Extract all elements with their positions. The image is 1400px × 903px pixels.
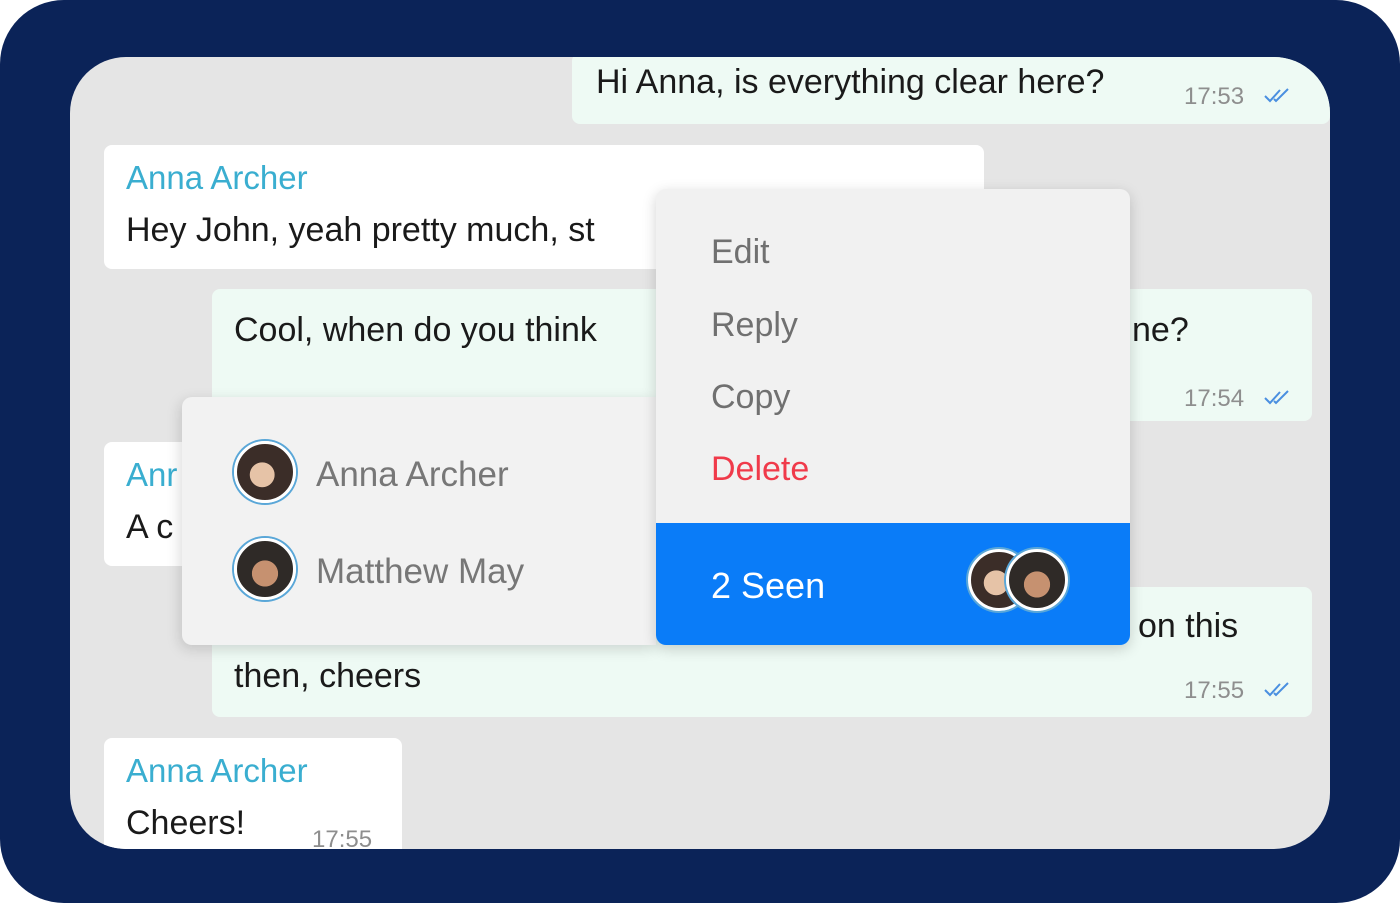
double-check-icon [1264, 87, 1294, 103]
message-text: Hey John, yeah pretty much, st [126, 211, 595, 249]
message-context-menu: Edit Reply Copy Delete 2 Seen [656, 189, 1130, 645]
double-check-icon [1264, 389, 1294, 405]
sender-name: Anna Archer [126, 159, 308, 196]
message-time: 17:55 [1184, 677, 1245, 704]
anna-avatar [234, 441, 296, 503]
message-text: Hi Anna, is everything clear here? [596, 63, 1105, 101]
message-text: Cheers! [126, 804, 246, 842]
message-text: ne? [1132, 311, 1189, 349]
message-incoming[interactable]: Anna Archer Cheers! 17:55 [104, 738, 402, 849]
sender-name: Anr [126, 456, 178, 493]
seen-status-button[interactable]: 2 Seen [656, 523, 1130, 645]
menu-item-delete[interactable]: Delete [711, 450, 809, 489]
message-time: 17:53 [1184, 83, 1245, 110]
message-text: A c [126, 508, 174, 546]
seen-by-popup: Anna Archer Matthew May [182, 397, 656, 645]
sender-name: Anna Archer [126, 752, 308, 789]
seen-avatars [968, 549, 1078, 619]
menu-item-copy[interactable]: Copy [711, 378, 790, 417]
device-frame: Hi Anna, is everything clear here? 17:53… [0, 0, 1400, 903]
seen-by-name: Anna Archer [316, 455, 509, 494]
message-outgoing[interactable]: Hi Anna, is everything clear here? 17:53 [572, 57, 1330, 124]
message-time: 17:54 [1184, 385, 1245, 412]
message-text: then, cheers [234, 657, 422, 695]
double-check-icon [1264, 681, 1294, 697]
chat-screen: Hi Anna, is everything clear here? 17:53… [70, 57, 1330, 849]
matthew-avatar [1006, 549, 1068, 611]
message-time: 17:55 [312, 826, 373, 849]
message-text: Cool, when do you think [234, 311, 597, 349]
seen-count: 2 Seen [711, 565, 826, 606]
message-text: on this [1138, 607, 1239, 645]
matthew-avatar [234, 538, 296, 600]
menu-item-reply[interactable]: Reply [711, 306, 798, 345]
seen-by-name: Matthew May [316, 552, 525, 591]
menu-item-edit[interactable]: Edit [711, 233, 770, 272]
